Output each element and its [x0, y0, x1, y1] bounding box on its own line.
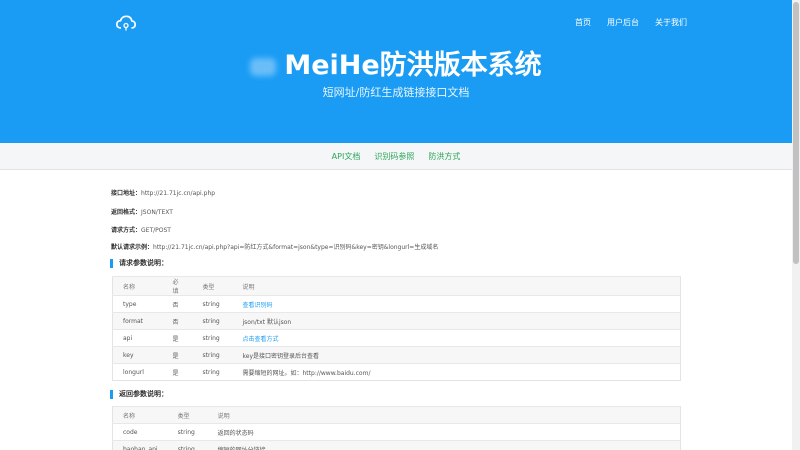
- table-cell: string: [192, 329, 233, 347]
- top-nav: 首页 用户后台 关于我们: [575, 17, 687, 28]
- table-cell: 否: [162, 312, 193, 330]
- info-label: 接口地址：: [111, 190, 142, 197]
- table-header: 类型: [192, 276, 233, 296]
- table-cell: string: [167, 423, 208, 441]
- view-methods-link[interactable]: 点击查看方式: [243, 336, 279, 343]
- table-header: 名称: [112, 276, 163, 296]
- blurred-logo-icon: [250, 57, 277, 76]
- table-cell: key: [112, 346, 163, 364]
- info-label: 返回格式：: [111, 209, 142, 216]
- nav-user-dashboard[interactable]: 用户后台: [607, 17, 639, 28]
- table-cell: string: [192, 295, 233, 313]
- table-header-row: 名称 必填 类型 说明: [112, 276, 681, 296]
- table-row: key 是 string key是接口密钥登录后台查看: [112, 346, 681, 364]
- table-cell: 否: [162, 295, 193, 313]
- page-scrollbar[interactable]: [792, 0, 800, 450]
- table-cell: 缩短的网址分链接: [207, 440, 681, 450]
- info-value: http://21.71jc.cn/api.php: [141, 190, 216, 197]
- info-request-method: 请求方式：GET/POST: [111, 225, 171, 234]
- table-cell: baohan_api: [112, 440, 168, 450]
- table-cell: code: [112, 423, 168, 441]
- sub-nav: API文档 识别码参照 防洪方式: [0, 143, 792, 170]
- table-cell: api: [112, 329, 163, 347]
- nav-about[interactable]: 关于我们: [655, 17, 687, 28]
- table-row: api 是 string 点击查看方式: [112, 329, 681, 347]
- table-cell: 返回的状态码: [207, 423, 681, 441]
- section-title-return-params: 返回参数说明：: [110, 390, 168, 399]
- table-cell: 是: [162, 329, 193, 347]
- info-return-format: 返回格式：JSON/TEXT: [111, 207, 173, 216]
- info-value: GET/POST: [141, 227, 171, 234]
- table-cell: string: [167, 440, 208, 450]
- table-cell: 点击查看方式: [232, 329, 681, 347]
- nav-home[interactable]: 首页: [575, 17, 591, 28]
- table-row: format 否 string json/txt 默认json: [112, 312, 681, 330]
- info-value: JSON/TEXT: [141, 209, 173, 216]
- return-params-table: 名称 类型 说明 code string 返回的状态码 baohan_api s…: [112, 406, 681, 450]
- table-cell: string: [192, 346, 233, 364]
- table-cell: 是: [162, 363, 193, 381]
- table-cell: longurl: [112, 363, 163, 381]
- table-header: 说明: [207, 406, 681, 424]
- table-row: code string 返回的状态码: [112, 423, 681, 441]
- view-code-link[interactable]: 查看识别码: [243, 302, 273, 309]
- table-header-row: 名称 类型 说明: [112, 406, 681, 424]
- subnav-flood-methods[interactable]: 防洪方式: [428, 151, 460, 162]
- page-title: MeiHe防洪版本系统: [0, 43, 792, 82]
- page-subtitle: 短网址/防红生成链接接口文档: [322, 86, 470, 99]
- table-cell: key是接口密钥登录后台查看: [232, 346, 681, 364]
- table-cell: 查看识别码: [232, 295, 681, 313]
- scrollbar-thumb[interactable]: [793, 2, 799, 264]
- request-params-table: 名称 必填 类型 说明 type 否 string 查看识别码 format 否…: [112, 276, 681, 381]
- table-cell: string: [192, 312, 233, 330]
- table-header: 名称: [112, 406, 168, 424]
- info-label: 默认请求示例：: [111, 244, 154, 251]
- table-cell: 需要缩短的网址。如：http://www.baidu.com/: [232, 363, 681, 381]
- info-request-example: 默认请求示例：http://21.71jc.cn/api.php?api=防红方…: [111, 242, 438, 251]
- subnav-code-reference[interactable]: 识别码参照: [374, 151, 414, 162]
- hero-banner: 首页 用户后台 关于我们 MeiHe防洪版本系统 短网址/防红生成链接接口文档: [0, 0, 792, 143]
- table-header: 必填: [162, 276, 193, 296]
- subnav-api-docs[interactable]: API文档: [332, 151, 361, 162]
- table-row: type 否 string 查看识别码: [112, 295, 681, 313]
- table-cell: json/txt 默认json: [232, 312, 681, 330]
- table-row: longurl 是 string 需要缩短的网址。如：http://www.ba…: [112, 363, 681, 381]
- cloud-logo-icon[interactable]: [116, 14, 136, 32]
- table-header: 说明: [232, 276, 681, 296]
- table-cell: format: [112, 312, 163, 330]
- table-row: baohan_api string 缩短的网址分链接: [112, 440, 681, 450]
- page-title-text: MeiHe防洪版本系统: [284, 50, 542, 81]
- table-cell: type: [112, 295, 163, 313]
- table-cell: string: [192, 363, 233, 381]
- info-endpoint: 接口地址：http://21.71jc.cn/api.php: [111, 188, 215, 197]
- section-title-request-params: 请求参数说明：: [110, 259, 168, 268]
- table-header: 类型: [167, 406, 208, 424]
- info-value: http://21.71jc.cn/api.php?api=防红方式&forma…: [153, 244, 439, 251]
- table-cell: 是: [162, 346, 193, 364]
- info-label: 请求方式：: [111, 227, 142, 234]
